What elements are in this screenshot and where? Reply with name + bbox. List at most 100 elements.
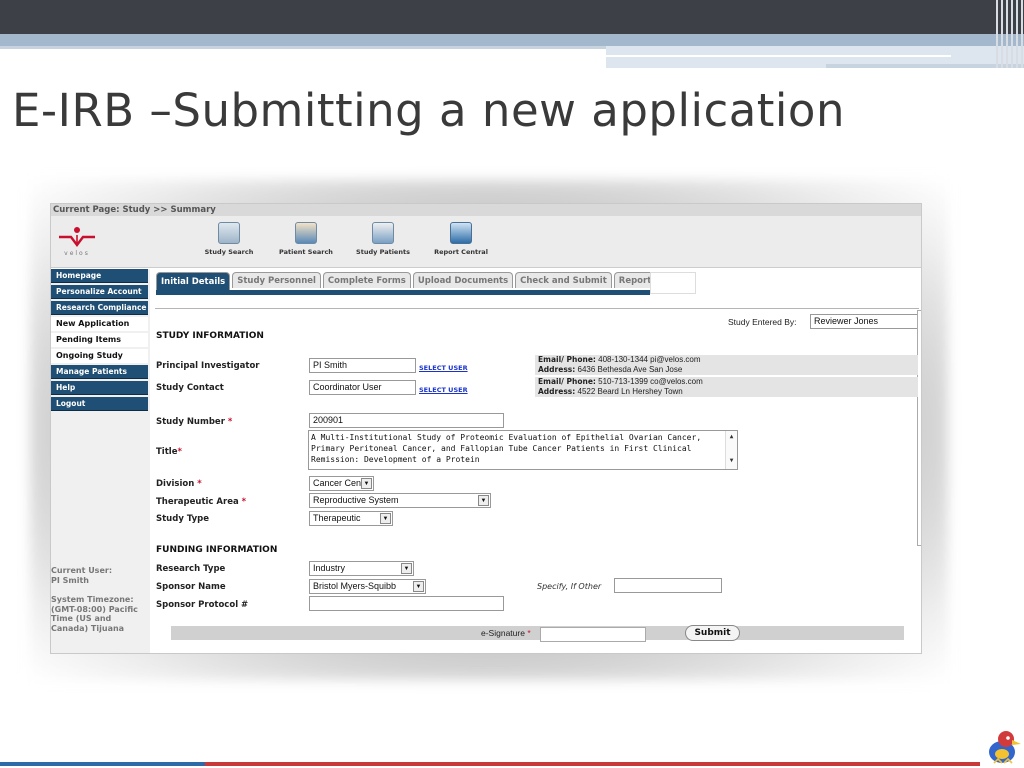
- app-toolbar: velos Study Search Patient Search Study …: [51, 216, 921, 268]
- submit-button[interactable]: Submit: [685, 625, 740, 641]
- slide: E-IRB –Submitting a new application Curr…: [0, 0, 1024, 768]
- study-patients-button[interactable]: Study Patients: [355, 222, 411, 256]
- chevron-down-icon: ▼: [478, 495, 489, 506]
- main-content: Initial Details Study Personnel Complete…: [152, 269, 921, 653]
- current-user-label: Current User:: [51, 566, 113, 575]
- nav-homepage[interactable]: Homepage: [51, 269, 148, 283]
- study-type-select[interactable]: Therapeutic ▼: [309, 511, 393, 526]
- research-type-select[interactable]: Industry ▼: [309, 561, 414, 576]
- tab-blank-area: [650, 272, 696, 294]
- title-textarea[interactable]: A Multi-Institutional Study of Proteomic…: [308, 430, 738, 470]
- nav-new-application[interactable]: New Application: [51, 317, 148, 331]
- tab-study-personnel[interactable]: Study Personnel: [232, 272, 321, 288]
- required-mark: *: [241, 497, 247, 507]
- esignature-label: e-Signature *: [481, 628, 531, 638]
- left-nav: Homepage Personalize Account Research Co…: [51, 269, 150, 653]
- therapeutic-area-value: Reproductive System: [313, 495, 399, 505]
- study-type-value: Therapeutic: [313, 513, 361, 523]
- slide-header-band-thin: [0, 46, 606, 49]
- signature-bar: e-Signature * Submit: [171, 625, 904, 642]
- slide-top-bar: [0, 0, 1024, 34]
- tab-complete-forms[interactable]: Complete Forms: [322, 272, 411, 288]
- slide-header-line: [606, 55, 951, 57]
- contact-email-label: Email/ Phone:: [538, 377, 596, 386]
- required-mark: *: [527, 628, 531, 638]
- timezone-line1: (GMT-08:00) Pacific: [51, 604, 138, 614]
- timezone-label: System Timezone:: [51, 595, 134, 604]
- jayhawk-mascot-icon: [989, 731, 1021, 764]
- form-scrollbar[interactable]: [917, 310, 921, 546]
- tab-bar: Initial Details Study Personnel Complete…: [156, 272, 662, 292]
- esignature-field[interactable]: [540, 627, 646, 642]
- required-mark: *: [197, 479, 202, 489]
- study-entered-by-label: Study Entered By:: [728, 317, 797, 327]
- therapeutic-area-label: Therapeutic Area *: [156, 497, 246, 507]
- study-information-heading: STUDY INFORMATION: [156, 331, 264, 341]
- specify-if-other-label: Specify, If Other: [537, 582, 602, 591]
- study-search-icon: [218, 222, 240, 244]
- divider: [155, 308, 919, 309]
- esignature-label-text: e-Signature: [481, 628, 525, 638]
- patient-search-button[interactable]: Patient Search: [277, 222, 335, 256]
- nav-help[interactable]: Help: [51, 381, 148, 395]
- slide-header-band: [0, 34, 1024, 46]
- funding-information-heading: FUNDING INFORMATION: [156, 545, 278, 555]
- sponsor-name-select[interactable]: Bristol Myers-Squibb ▼: [309, 579, 426, 594]
- nav-research-compliance[interactable]: Research Compliance: [51, 301, 148, 315]
- sponsor-protocol-field[interactable]: [309, 596, 504, 611]
- study-contact-label: Study Contact: [156, 383, 224, 393]
- study-contact-field[interactable]: Coordinator User: [309, 380, 416, 395]
- nav-ongoing-study[interactable]: Ongoing Study: [51, 349, 148, 363]
- study-patients-icon: [372, 222, 394, 244]
- report-central-button[interactable]: Report Central: [431, 222, 491, 256]
- report-central-icon: [450, 222, 472, 244]
- nav-logout[interactable]: Logout: [51, 397, 148, 411]
- sponsor-name-label: Sponsor Name: [156, 582, 226, 592]
- pi-field[interactable]: PI Smith: [309, 358, 416, 373]
- nav-personalize-account[interactable]: Personalize Account: [51, 285, 148, 299]
- nav-pending-items[interactable]: Pending Items: [51, 333, 148, 347]
- division-label: Division *: [156, 479, 202, 489]
- pi-address-value: 6436 Bethesda Ave San Jose: [577, 364, 683, 374]
- specify-if-other-field[interactable]: [614, 578, 722, 593]
- study-number-field[interactable]: 200901: [309, 413, 504, 428]
- logo-text: velos: [64, 250, 90, 257]
- breadcrumb: Current Page: Study >> Summary: [51, 204, 921, 216]
- pi-email-label: Email/ Phone:: [538, 355, 596, 364]
- therapeutic-area-label-text: Therapeutic Area: [156, 497, 239, 507]
- slide-title: E-IRB –Submitting a new application: [12, 84, 845, 137]
- study-search-button[interactable]: Study Search: [203, 222, 255, 256]
- study-patients-label: Study Patients: [356, 248, 410, 256]
- study-number-label-text: Study Number: [156, 417, 225, 427]
- title-textarea-scrollbar[interactable]: ▲ ▼: [725, 431, 737, 469]
- contact-info: Email/ Phone: 510-713-1399 co@velos.com …: [535, 377, 918, 397]
- contact-email-value: 510-713-1399 co@velos.com: [598, 377, 703, 386]
- research-type-value: Industry: [313, 563, 346, 573]
- pi-email-value: 408-130-1344 pi@velos.com: [598, 355, 701, 364]
- study-search-label: Study Search: [204, 248, 254, 256]
- study-type-label: Study Type: [156, 514, 210, 524]
- tab-upload-documents[interactable]: Upload Documents: [412, 272, 514, 288]
- research-type-label: Research Type: [156, 564, 226, 574]
- velos-screenshot: Current Page: Study >> Summary velos Stu…: [50, 203, 922, 654]
- pi-address-label: Address:: [538, 364, 576, 374]
- division-label-text: Division: [156, 479, 195, 489]
- title-text: A Multi-Institutional Study of Proteomic…: [311, 433, 702, 464]
- division-select[interactable]: Cancer Center ▼: [309, 476, 374, 491]
- therapeutic-area-select[interactable]: Reproductive System ▼: [309, 493, 491, 508]
- bottom-red-line: [205, 762, 980, 766]
- timezone-line2: Time (US and: [51, 614, 112, 623]
- title-label: Title*: [156, 447, 182, 457]
- nav-manage-patients[interactable]: Manage Patients: [51, 365, 148, 379]
- pi-select-user-link[interactable]: SELECT USER: [419, 364, 468, 372]
- contact-select-user-link[interactable]: SELECT USER: [419, 386, 468, 394]
- chevron-down-icon: ▼: [361, 478, 372, 489]
- sponsor-protocol-label: Sponsor Protocol #: [156, 600, 249, 610]
- chevron-down-icon: ▼: [401, 563, 412, 574]
- required-mark: *: [177, 447, 182, 457]
- tab-initial-details[interactable]: Initial Details: [156, 272, 231, 291]
- pi-label: Principal Investigator: [156, 361, 260, 371]
- chevron-down-icon: ▼: [413, 581, 424, 592]
- tab-check-and-submit[interactable]: Check and Submit: [515, 272, 612, 288]
- study-entered-by-field[interactable]: Reviewer Jones: [810, 314, 918, 329]
